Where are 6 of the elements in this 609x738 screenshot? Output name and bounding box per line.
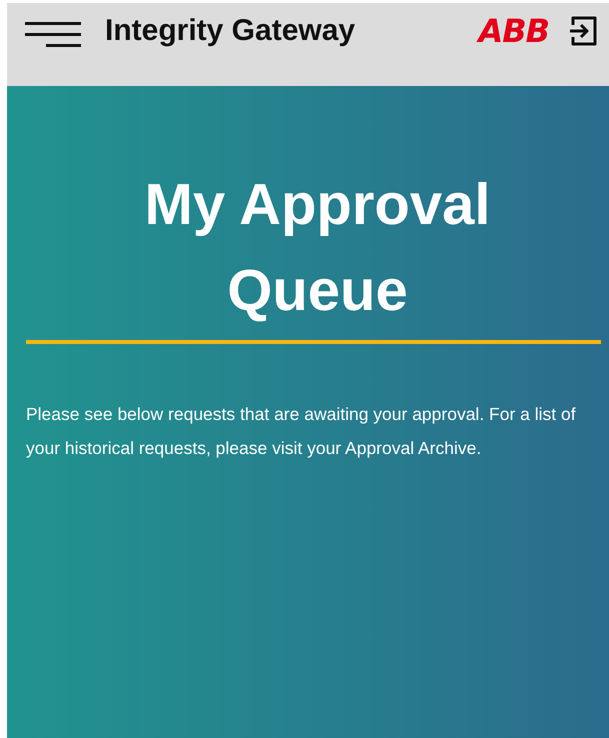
logo: ABB — [478, 13, 549, 49]
page-title: My Approval Queue — [144, 171, 492, 325]
intro-text: Please see below requests that are awaiting your approval. For a list of your historical requests, please visit your Approval Archive. — [26, 403, 577, 460]
menu-icon[interactable] — [25, 20, 83, 50]
app-title: Integrity Gateway — [105, 13, 356, 49]
logout-icon[interactable] — [569, 14, 599, 48]
